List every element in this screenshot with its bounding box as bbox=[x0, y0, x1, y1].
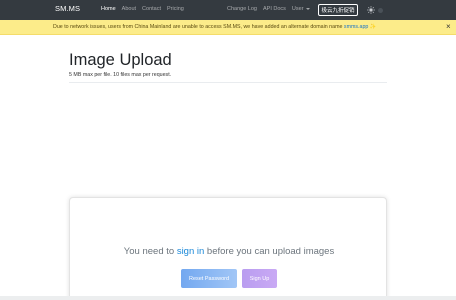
nav-about[interactable]: About bbox=[122, 6, 136, 12]
promo-button[interactable]: 极云九折促销 bbox=[318, 4, 358, 16]
alert-text: Due to network issues, users from China … bbox=[53, 24, 343, 30]
chevron-down-icon bbox=[305, 7, 310, 10]
nav-pricing[interactable]: Pricing bbox=[167, 6, 184, 12]
divider bbox=[69, 82, 387, 83]
top-navbar: SM.MS Home About Contact Pricing Change … bbox=[0, 0, 456, 20]
brand-logo[interactable]: SM.MS bbox=[55, 4, 80, 13]
sparkle-icon: ✨ bbox=[369, 24, 377, 30]
page-title: Image Upload bbox=[69, 51, 172, 69]
signup-button[interactable]: Sign Up bbox=[242, 269, 277, 288]
page-subtitle: 5 MB max per file. 10 files max per requ… bbox=[69, 72, 172, 78]
reset-password-button[interactable]: Reset Password bbox=[181, 269, 237, 288]
notice-alert: Due to network issues, users from China … bbox=[0, 20, 456, 35]
sun-icon[interactable] bbox=[367, 6, 375, 14]
secondary-nav: Change Log API Docs User bbox=[227, 6, 310, 12]
nav-user-label: User bbox=[291, 6, 304, 12]
nav-user-dropdown[interactable]: User bbox=[292, 6, 310, 12]
primary-nav: Home About Contact Pricing bbox=[101, 6, 184, 12]
upload-card: You need to sign in before you can uploa… bbox=[69, 197, 387, 300]
alert-domain-link[interactable]: smms.app bbox=[344, 24, 368, 30]
nav-home[interactable]: Home bbox=[101, 6, 116, 12]
nav-contact[interactable]: Contact bbox=[142, 6, 161, 12]
page-bottom-band bbox=[0, 296, 456, 300]
prompt-text-after: before you can upload images bbox=[206, 246, 335, 257]
prompt-text-before: You need to bbox=[123, 246, 175, 257]
signin-link[interactable]: sign in bbox=[177, 246, 204, 257]
nav-api-docs[interactable]: API Docs bbox=[263, 6, 286, 12]
close-icon[interactable]: × bbox=[446, 23, 451, 31]
signin-prompt: You need to sign in before you can uploa… bbox=[70, 246, 388, 257]
alert-message: Due to network issues, users from China … bbox=[53, 24, 376, 30]
status-dot-icon bbox=[378, 7, 383, 13]
nav-change-log[interactable]: Change Log bbox=[227, 6, 257, 12]
